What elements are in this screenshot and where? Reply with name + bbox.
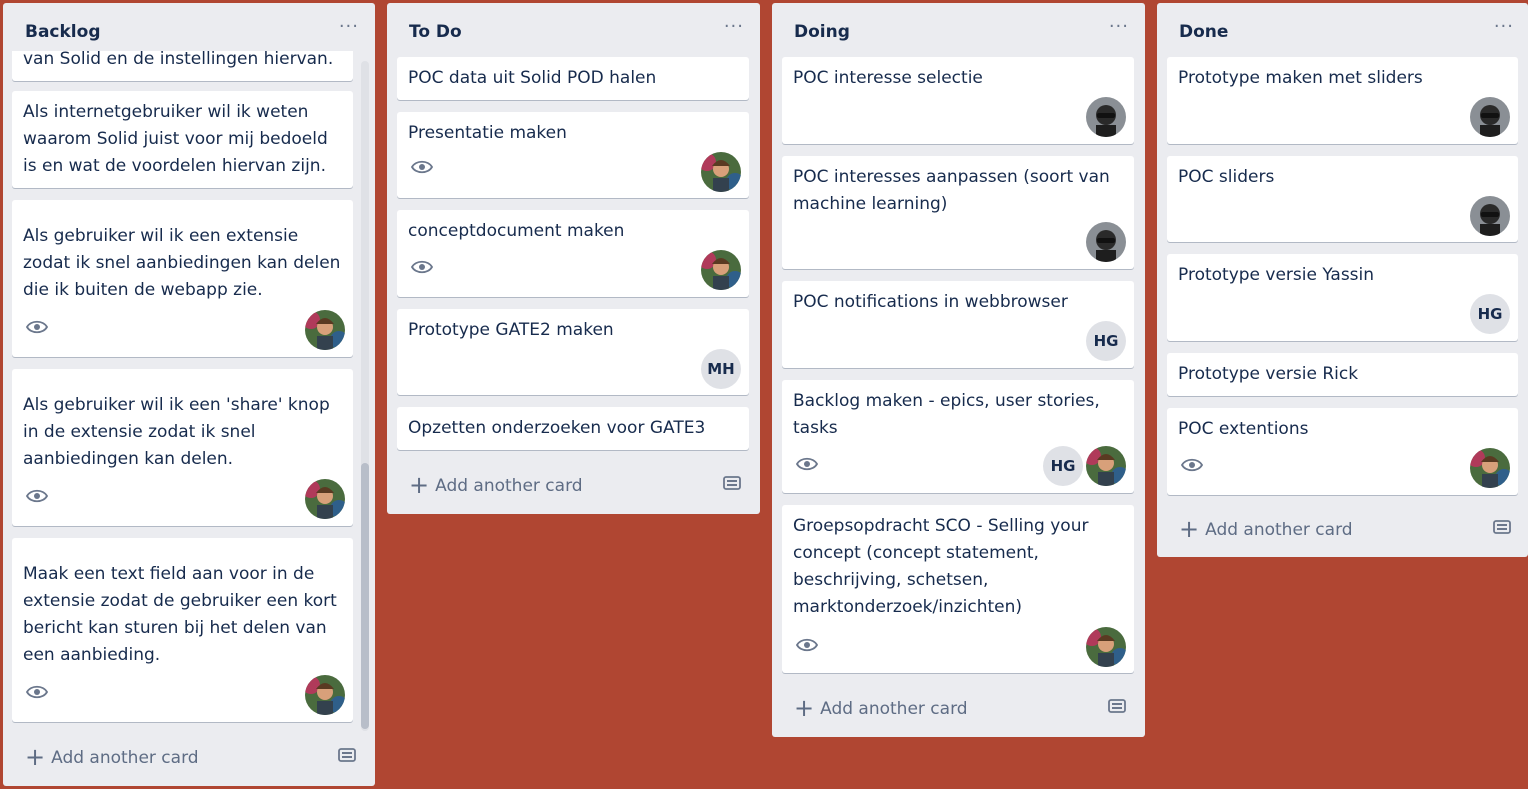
card-title: POC data uit Solid POD halen — [408, 68, 657, 88]
card-title: Als gebruiker wil ik een 'share' knop in… — [23, 395, 330, 469]
avatar[interactable] — [1086, 97, 1126, 137]
card-title: Als gebruiker wil ik een extensie zodat … — [23, 226, 341, 300]
avatar[interactable] — [305, 479, 345, 519]
card-template-icon[interactable] — [1492, 518, 1512, 536]
add-card-button[interactable]: + Add another card — [25, 743, 199, 771]
avatar[interactable] — [1086, 222, 1126, 262]
card[interactable]: POC extentions — [1167, 408, 1518, 495]
card[interactable]: Prototype maken met sliders — [1167, 57, 1518, 144]
plus-icon: + — [794, 694, 815, 722]
eye-icon — [796, 638, 818, 652]
eye-icon — [26, 489, 48, 503]
plus-icon: + — [25, 743, 46, 771]
card[interactable]: conceptdocument maken — [397, 210, 749, 297]
plus-icon: + — [1179, 515, 1200, 543]
add-card-button[interactable]: + Add another card — [1179, 515, 1353, 543]
card-partial[interactable]: van Solid en de instellingen hiervan. — [12, 51, 353, 81]
add-card-label: Add another card — [435, 476, 583, 496]
eye-icon — [26, 685, 48, 699]
list-doing: Doing ··· POC interesse selectie POC int… — [772, 3, 1145, 737]
card-title: POC extentions — [1178, 419, 1309, 439]
list-title[interactable]: Done — [1179, 22, 1228, 42]
list-header[interactable]: Doing ··· — [772, 3, 1145, 61]
avatar[interactable] — [1470, 448, 1510, 488]
card[interactable]: POC sliders — [1167, 156, 1518, 242]
card[interactable]: Backlog maken - epics, user stories, tas… — [782, 380, 1134, 493]
card-title: POC interesses aanpassen (soort van mach… — [793, 167, 1110, 214]
list-backlog: Backlog ··· van Solid en de instellingen… — [3, 3, 375, 786]
card-title: Backlog maken - epics, user stories, tas… — [793, 391, 1100, 438]
card[interactable]: Prototype GATE2 maken MH — [397, 309, 749, 395]
eye-icon — [411, 260, 433, 274]
eye-icon — [26, 320, 48, 334]
card[interactable]: Presentatie maken — [397, 112, 749, 198]
add-card-button[interactable]: + Add another card — [794, 694, 968, 722]
eye-icon — [411, 160, 433, 174]
add-card-button[interactable]: + Add another card — [409, 471, 583, 499]
list-to-do: To Do ··· POC data uit Solid POD halen P… — [387, 3, 760, 514]
avatar[interactable] — [1470, 196, 1510, 236]
avatar[interactable] — [701, 250, 741, 290]
card[interactable]: Als internetgebruiker wil ik weten waaro… — [12, 91, 353, 188]
card-title: conceptdocument maken — [408, 221, 625, 241]
card-title: Prototype GATE2 maken — [408, 320, 614, 340]
avatar[interactable]: HG — [1043, 446, 1083, 486]
card-title: Prototype maken met sliders — [1178, 68, 1423, 88]
list-header[interactable]: Done ··· — [1157, 3, 1528, 61]
card[interactable]: POC interesse selectie — [782, 57, 1134, 144]
card[interactable]: POC data uit Solid POD halen — [397, 57, 749, 100]
avatar[interactable] — [1086, 627, 1126, 667]
avatar[interactable]: HG — [1470, 294, 1510, 334]
list-menu-icon[interactable]: ··· — [339, 16, 359, 37]
card-title: POC interesse selectie — [793, 68, 983, 88]
card[interactable]: Als gebruiker wil ik een 'share' knop in… — [12, 369, 353, 526]
card-title: Maak een text field aan voor in de exten… — [23, 564, 337, 665]
card[interactable]: Opzetten onderzoeken voor GATE3 — [397, 407, 749, 450]
list-title[interactable]: Doing — [794, 22, 850, 42]
plus-icon: + — [409, 471, 430, 499]
list-menu-icon[interactable]: ··· — [724, 16, 744, 37]
card[interactable]: Prototype versie Yassin HG — [1167, 254, 1518, 341]
card-title: POC sliders — [1178, 167, 1275, 187]
avatar[interactable] — [305, 675, 345, 715]
list-menu-icon[interactable]: ··· — [1109, 16, 1129, 37]
card-title: Groepsopdracht SCO - Selling your concep… — [793, 516, 1089, 617]
list-menu-icon[interactable]: ··· — [1494, 16, 1514, 37]
list-title[interactable]: Backlog — [25, 22, 101, 42]
card-title: Presentatie maken — [408, 123, 567, 143]
list-title[interactable]: To Do — [409, 22, 462, 42]
card-title: POC notifications in webbrowser — [793, 292, 1068, 312]
avatar[interactable] — [1086, 446, 1126, 486]
card[interactable]: Als gebruiker wil ik een extensie zodat … — [12, 200, 353, 357]
avatar[interactable] — [305, 310, 345, 350]
avatar[interactable] — [1470, 97, 1510, 137]
add-card-label: Add another card — [51, 748, 199, 768]
card[interactable]: Groepsopdracht SCO - Selling your concep… — [782, 505, 1134, 673]
card[interactable]: POC notifications in webbrowser HG — [782, 281, 1134, 368]
avatar[interactable]: HG — [1086, 321, 1126, 361]
card-template-icon[interactable] — [722, 474, 742, 492]
card[interactable]: Prototype versie Rick — [1167, 353, 1518, 396]
card-title: Als internetgebruiker wil ik weten waaro… — [23, 102, 328, 176]
card-template-icon[interactable] — [337, 746, 357, 764]
card-title: Prototype versie Rick — [1178, 364, 1359, 384]
card-template-icon[interactable] — [1107, 697, 1127, 715]
card-title: Opzetten onderzoeken voor GATE3 — [408, 418, 706, 438]
add-card-label: Add another card — [1205, 520, 1353, 540]
card-title: Prototype versie Yassin — [1178, 265, 1375, 285]
eye-icon — [796, 457, 818, 471]
card[interactable]: Maak een text field aan voor in de exten… — [12, 538, 353, 722]
list-done: Done ··· Prototype maken met sliders POC… — [1157, 3, 1528, 557]
list-header[interactable]: To Do ··· — [387, 3, 760, 61]
avatar[interactable]: MH — [701, 349, 741, 389]
list-cards: van Solid en de instellingen hiervan. Al… — [3, 51, 375, 741]
eye-icon — [1181, 458, 1203, 472]
card-title: van Solid en de instellingen hiervan. — [23, 51, 334, 69]
add-card-label: Add another card — [820, 699, 968, 719]
card[interactable]: POC interesses aanpassen (soort van mach… — [782, 156, 1134, 269]
avatar[interactable] — [701, 152, 741, 192]
